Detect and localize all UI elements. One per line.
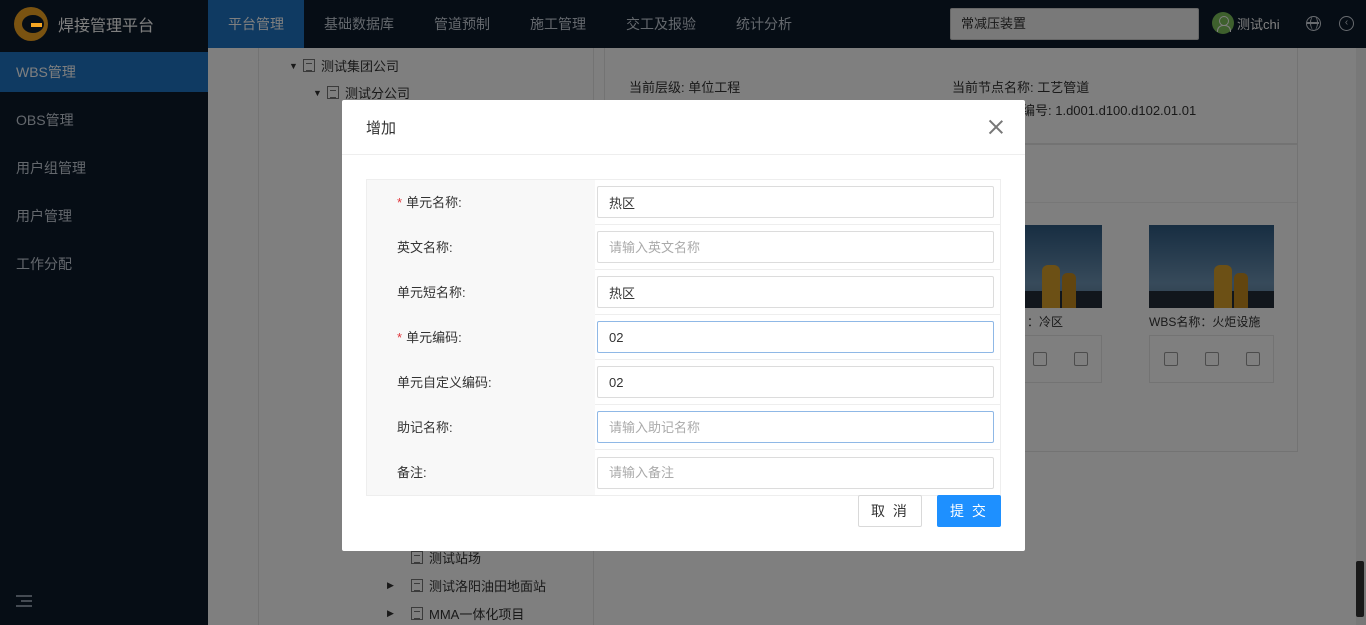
mnemonic-input[interactable] <box>597 411 994 443</box>
english-name-input[interactable] <box>597 231 994 263</box>
dialog-title: 增加 <box>366 119 397 137</box>
unit-form: *单元名称: 英文名称: 单元短名称: *单元编码: 单元自定义编码: 助记名称… <box>366 179 1001 496</box>
cancel-button[interactable]: 取 消 <box>858 495 922 527</box>
submit-button[interactable]: 提 交 <box>937 495 1001 527</box>
form-row-mnemonic: 助记名称: <box>367 404 1000 450</box>
field-label: 备注: <box>367 450 595 495</box>
field-label: 单元短名称: <box>367 269 595 315</box>
field-label: * 单元编码: <box>367 314 595 360</box>
form-row-short-name: 单元短名称: <box>367 269 1000 315</box>
add-unit-dialog: 增加 *单元名称: 英文名称: 单元短名称: *单元编码: 单元自定义编码: 助… <box>342 100 1025 551</box>
short-name-input[interactable] <box>597 276 994 308</box>
field-label: * 单元名称: <box>367 179 595 225</box>
form-row-english-name: 英文名称: <box>367 224 1000 270</box>
form-row-unit-code: * 单元编码: <box>367 314 1000 360</box>
unit-name-input[interactable] <box>597 186 994 218</box>
unit-code-input[interactable] <box>597 321 994 353</box>
field-label: 英文名称: <box>367 224 595 270</box>
field-label: 助记名称: <box>367 404 595 450</box>
form-row-custom-code: 单元自定义编码: <box>367 359 1000 405</box>
required-mark: * <box>397 194 403 210</box>
remark-input[interactable] <box>597 456 994 489</box>
field-label: 单元自定义编码: <box>367 359 595 405</box>
custom-code-input[interactable] <box>597 366 994 398</box>
close-icon[interactable] <box>987 118 1005 136</box>
required-mark: * <box>397 329 403 345</box>
form-row-remark: 备注: <box>367 450 1000 495</box>
dialog-header: 增加 <box>342 100 1025 155</box>
form-row-unit-name: * 单元名称: <box>367 179 1000 225</box>
